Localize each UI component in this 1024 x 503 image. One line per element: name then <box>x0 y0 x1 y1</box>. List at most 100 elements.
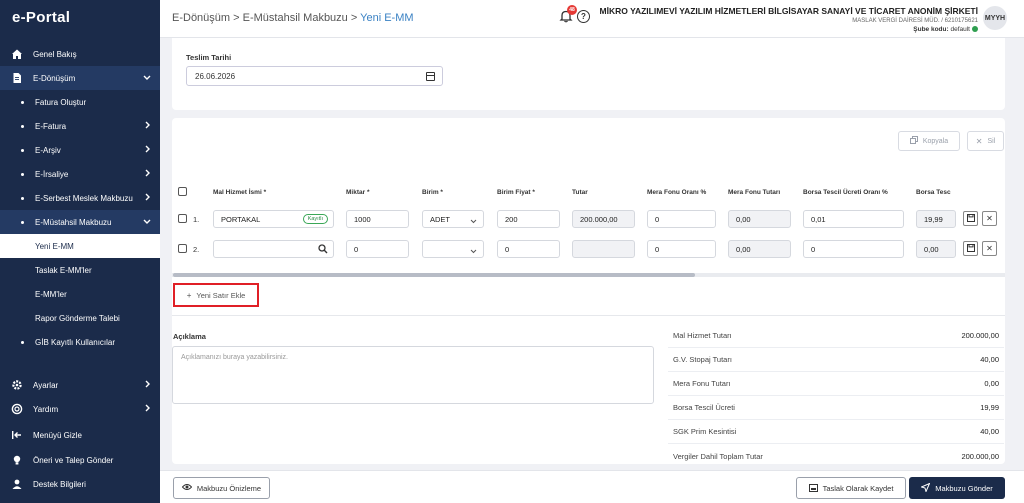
send-label: Makbuzu Gönder <box>935 483 993 493</box>
sidebar-item-rapor-gonderme[interactable]: Rapor Gönderme Talebi <box>0 306 160 330</box>
unit-price-input[interactable]: 0 <box>497 240 560 258</box>
column-header: Birim * <box>422 189 443 196</box>
sidebar-item-label: E-Müstahsil Makbuzu <box>35 217 112 227</box>
sidebar-item-label: E-MM'ler <box>35 289 67 299</box>
select-all-checkbox[interactable] <box>178 187 187 196</box>
unit-select[interactable] <box>422 240 484 258</box>
footer-bar: Makbuzu Önizleme Taslak Olarak Kaydet Ma… <box>160 470 1024 503</box>
sidebar-item-emm-list[interactable]: E-MM'ler <box>0 282 160 306</box>
sidebar-item-e-serbest-meslek[interactable]: E-Serbest Meslek Makbuzu <box>0 186 160 210</box>
borsa-amount-field: 0,00 <box>916 240 956 258</box>
branch-value: default <box>950 26 970 33</box>
breadcrumb-item[interactable]: E-Müstahsil Makbuzu <box>243 12 348 24</box>
summary-value: 40,00 <box>980 427 999 436</box>
summary-row: Borsa Tescil Ücreti 19,99 <box>668 396 1004 420</box>
sidebar-item-e-donusum[interactable]: E-Dönüşüm <box>0 66 160 90</box>
sidebar-item-e-mustahsil[interactable]: E-Müstahsil Makbuzu <box>0 210 160 234</box>
column-header: Mal Hizmet İsmi * <box>213 189 267 196</box>
sidebar-item-genel-bakis[interactable]: Genel Bakış <box>0 42 160 66</box>
sidebar-item-label: Yardım <box>33 404 59 414</box>
delete-button[interactable]: ✕ Sil <box>967 131 1004 151</box>
item-name-input[interactable]: PORTAKAL Kayıtlı <box>213 210 334 228</box>
sidebar-item-label: Taslak E-MM'ler <box>35 265 92 275</box>
chevron-right-icon <box>145 145 151 156</box>
send-receipt-button[interactable]: Makbuzu Gönder <box>909 477 1005 499</box>
borsa-rate-input[interactable]: 0,01 <box>803 210 904 228</box>
bullet-icon <box>21 220 24 224</box>
item-name-input[interactable] <box>213 240 334 258</box>
sidebar-item-destek-bilgileri[interactable]: Destek Bilgileri <box>0 472 160 496</box>
sidebar-item-menuyu-gizle[interactable]: Menüyü Gizle <box>0 423 160 447</box>
summary-value: 200.000,00 <box>961 451 999 461</box>
chevron-down-icon <box>470 247 477 256</box>
sidebar-item-yeni-emm[interactable]: Yeni E-MM <box>0 234 160 258</box>
sidebar-item-oneri-talep[interactable]: Öneri ve Talep Gönder <box>0 448 160 472</box>
mera-rate-input[interactable]: 0 <box>647 210 716 228</box>
summary-row-total: Vergiler Dahil Toplam Tutar 200.000,00 <box>668 444 1004 468</box>
mera-amount-field: 0,00 <box>728 210 791 228</box>
bullet-icon <box>21 340 24 344</box>
mera-rate-input[interactable]: 0 <box>647 240 716 258</box>
unit-select[interactable]: ADET <box>422 210 484 228</box>
sidebar-item-label: E-Arşiv <box>35 145 61 155</box>
save-row-button[interactable] <box>963 241 978 256</box>
breadcrumb-item[interactable]: E-Dönüşüm <box>172 12 230 24</box>
sidebar-item-e-arsiv[interactable]: E-Arşiv <box>0 138 160 162</box>
app-logo[interactable]: e-Portal <box>12 9 70 26</box>
avatar[interactable]: MYYH <box>983 6 1007 30</box>
row-checkbox[interactable] <box>178 244 187 253</box>
sidebar-item-gib-kullanicilar[interactable]: GİB Kayıtlı Kullanıcılar <box>0 330 160 354</box>
preview-button[interactable]: Makbuzu Önizleme <box>173 477 270 499</box>
sidebar-item-ayarlar[interactable]: Ayarlar <box>0 373 160 397</box>
unit-value: ADET <box>430 214 451 224</box>
sidebar-item-taslak-emm[interactable]: Taslak E-MM'ler <box>0 258 160 282</box>
sidebar-item-e-fatura[interactable]: E-Fatura <box>0 114 160 138</box>
row-number: 1. <box>193 215 200 224</box>
summary-row: SGK Prim Kesintisi 40,00 <box>668 420 1004 444</box>
copy-button[interactable]: Kopyala <box>898 131 960 151</box>
bullet-icon <box>21 100 24 104</box>
chevron-right-icon <box>145 193 151 204</box>
copy-label: Kopyala <box>922 137 949 145</box>
preview-label: Makbuzu Önizleme <box>196 483 262 493</box>
delivery-date-input[interactable]: 26.06.2026 <box>186 66 443 86</box>
summary-row: G.V. Stopaj Tutarı 40,00 <box>668 348 1004 372</box>
column-header: Tutar <box>572 189 588 196</box>
search-icon[interactable] <box>318 244 328 256</box>
total-field: 200.000,00 <box>572 210 635 228</box>
breadcrumb-separator: > <box>350 12 358 24</box>
status-ok-icon <box>972 26 978 33</box>
notification-badge: 48 <box>567 5 577 15</box>
row-checkbox[interactable] <box>178 214 187 223</box>
home-icon <box>11 48 23 60</box>
unit-price-input[interactable]: 200 <box>497 210 560 228</box>
quantity-input[interactable]: 1000 <box>346 210 409 228</box>
branch-label: Şube kodu: <box>913 26 949 33</box>
remove-row-button[interactable]: ✕ <box>982 211 997 226</box>
description-textarea[interactable]: Açıklamanızı buraya yazabilirsiniz. <box>172 346 654 404</box>
borsa-rate-input[interactable]: 0 <box>803 240 904 258</box>
add-row-button[interactable]: + Yeni Satır Ekle <box>173 283 259 307</box>
remove-row-button[interactable]: ✕ <box>982 241 997 256</box>
breadcrumb: E-Dönüşüm > E-Müstahsil Makbuzu > Yeni E… <box>172 12 414 24</box>
scrollbar-thumb[interactable] <box>173 273 695 277</box>
document-icon <box>11 72 23 84</box>
sidebar-item-label: E-Dönüşüm <box>33 73 76 83</box>
divider <box>172 315 1005 316</box>
help-icon[interactable]: ? <box>577 10 590 23</box>
delete-label: Sil <box>987 137 996 145</box>
sidebar-item-fatura-olustur[interactable]: Fatura Oluştur <box>0 90 160 114</box>
summary-label: G.V. Stopaj Tutarı <box>673 355 732 364</box>
total-field <box>572 240 635 258</box>
calendar-icon[interactable] <box>426 72 435 81</box>
sidebar-item-e-irsaliye[interactable]: E-İrsaliye <box>0 162 160 186</box>
summary-value: 19,99 <box>980 403 999 412</box>
save-row-button[interactable] <box>963 211 978 226</box>
sidebar-item-label: Öneri ve Talep Gönder <box>33 455 114 465</box>
support-icon <box>11 478 23 490</box>
sidebar: e-Portal Genel Bakış E-Dönüşüm Fatura Ol… <box>0 0 160 503</box>
quantity-input[interactable]: 0 <box>346 240 409 258</box>
sidebar-item-yardim[interactable]: Yardım <box>0 397 160 421</box>
items-card: Kopyala ✕ Sil Mal Hizmet İsmi * Miktar *… <box>172 118 1005 464</box>
save-draft-button[interactable]: Taslak Olarak Kaydet <box>796 477 906 499</box>
